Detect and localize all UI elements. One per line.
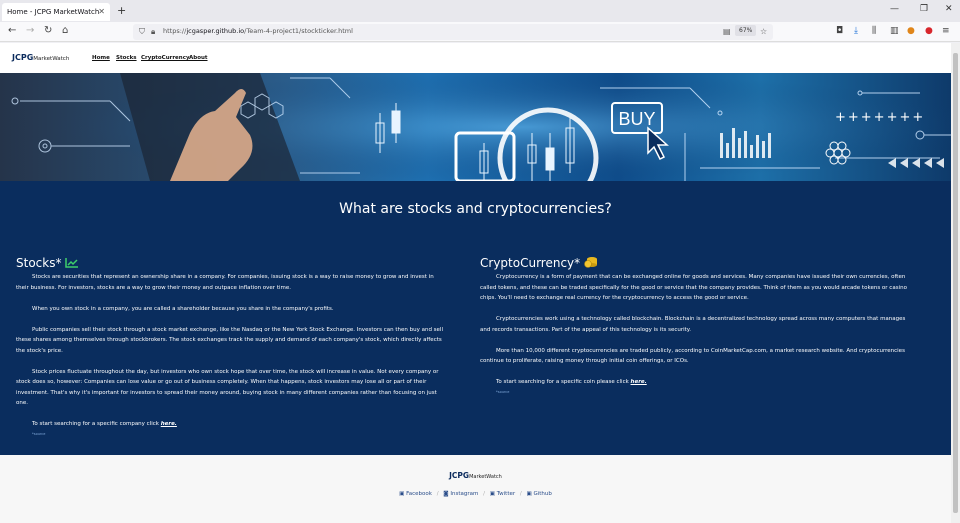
nav-stocks[interactable]: Stocks bbox=[116, 55, 137, 61]
adblock-icon[interactable]: ● bbox=[925, 26, 933, 36]
stocks-search-link[interactable]: here. bbox=[161, 421, 177, 427]
crypto-source-link[interactable]: *source bbox=[480, 390, 910, 394]
webpage: JCPGMarketWatch Home Stocks CryptoCurren… bbox=[0, 43, 951, 523]
download-icon[interactable]: ⤓ bbox=[854, 26, 858, 36]
site-logo[interactable]: JCPGMarketWatch bbox=[12, 53, 69, 62]
page-title: What are stocks and cryptocurrencies? bbox=[339, 201, 612, 217]
stocks-heading: Stocks* bbox=[16, 256, 446, 270]
new-tab-icon[interactable]: + bbox=[117, 4, 126, 17]
home-icon[interactable]: ⌂ bbox=[62, 25, 68, 36]
forward-icon[interactable]: → bbox=[26, 25, 34, 36]
stocks-source-link[interactable]: *source bbox=[16, 432, 446, 436]
crypto-paragraph: Cryptocurrency is a form of payment that… bbox=[480, 274, 907, 301]
footer-link-facebook[interactable]: Facebook bbox=[406, 491, 432, 497]
stocks-paragraph: Public companies sell their stock throug… bbox=[16, 326, 443, 354]
pocket-icon[interactable]: ◘ bbox=[836, 26, 843, 36]
site-header: JCPGMarketWatch Home Stocks CryptoCurren… bbox=[0, 43, 951, 73]
browser-navbar: ← → ↻ ⌂ ⛉ 🔒︎ https://jcgasper.github.io/… bbox=[0, 22, 960, 42]
twitter-icon: ▣ bbox=[489, 491, 495, 497]
crypto-paragraph: More than 10,000 different cryptocurrenc… bbox=[480, 347, 905, 365]
stocks-cta: To start searching for a specific compan… bbox=[32, 421, 177, 427]
crypto-paragraph: Cryptocurrencies work using a technology… bbox=[480, 316, 906, 333]
hero-banner: BUY +++++++ bbox=[0, 73, 951, 181]
shield-icon[interactable]: ⛉ bbox=[139, 27, 145, 37]
crypto-search-link[interactable]: here. bbox=[631, 379, 647, 385]
crypto-heading: CryptoCurrency* bbox=[480, 256, 910, 270]
url-text[interactable]: https://jcgasper.github.io/Team-4-projec… bbox=[163, 27, 353, 35]
nav-home[interactable]: Home bbox=[92, 55, 110, 61]
footer-link-github[interactable]: Github bbox=[533, 491, 551, 497]
nav-cryptocurrency[interactable]: CryptoCurrency bbox=[141, 55, 190, 61]
footer-links: ▣ Facebook / ◙ Instagram / ▣ Twitter / ▣… bbox=[399, 491, 552, 497]
stocks-paragraph: Stock prices fluctuate throughout the da… bbox=[16, 368, 439, 407]
stocks-paragraph: Stocks are securities that represent an … bbox=[16, 274, 434, 291]
main-section: What are stocks and cryptocurrencies? St… bbox=[0, 181, 951, 455]
reload-icon[interactable]: ↻ bbox=[44, 25, 52, 36]
coins-icon bbox=[584, 257, 597, 268]
buy-label: BUY bbox=[618, 109, 655, 129]
reader-view-icon[interactable]: ▤ bbox=[723, 27, 731, 36]
instagram-icon: ◙ bbox=[443, 491, 449, 497]
lock-icon[interactable]: 🔒︎ bbox=[151, 27, 155, 37]
facebook-icon: ▣ bbox=[399, 491, 405, 497]
crypto-cta: To start searching for a specific coin p… bbox=[496, 379, 647, 385]
svg-text:+++++++: +++++++ bbox=[835, 110, 925, 125]
footer-logo[interactable]: JCPGMarketWatch bbox=[0, 471, 951, 480]
site-footer: JCPGMarketWatch ▣ Facebook / ◙ Instagram… bbox=[0, 455, 951, 523]
footer-link-twitter[interactable]: Twitter bbox=[497, 491, 515, 497]
bookmark-star-icon[interactable]: ☆ bbox=[760, 27, 767, 36]
footer-link-instagram[interactable]: Instagram bbox=[450, 491, 478, 497]
extension-icon[interactable]: ● bbox=[907, 26, 915, 36]
stocks-section: Stocks* Stocks are securities that repre… bbox=[16, 256, 446, 436]
chart-line-icon bbox=[65, 258, 79, 268]
github-icon: ▣ bbox=[526, 491, 532, 497]
zoom-level[interactable]: 67% bbox=[735, 25, 757, 36]
nav-about[interactable]: About bbox=[189, 55, 208, 61]
browser-tabbar: Home - JCPG MarketWatch ✕ + — ❐ ✕ bbox=[0, 0, 960, 22]
menu-icon[interactable]: ≡ bbox=[942, 26, 950, 36]
browser-tab[interactable]: Home - JCPG MarketWatch ✕ bbox=[2, 3, 110, 21]
minimize-icon[interactable]: — bbox=[890, 4, 899, 14]
scrollbar-thumb[interactable] bbox=[953, 53, 958, 513]
sidebar-icon[interactable]: ▥ bbox=[890, 26, 899, 36]
crypto-section: CryptoCurrency* Cryptocurrency is a form… bbox=[480, 256, 910, 394]
page-scrollbar[interactable] bbox=[951, 43, 960, 523]
close-tab-icon[interactable]: ✕ bbox=[98, 3, 105, 21]
maximize-icon[interactable]: ❐ bbox=[920, 4, 928, 14]
library-icon[interactable]: ⫼ bbox=[872, 26, 876, 36]
close-window-icon[interactable]: ✕ bbox=[945, 4, 953, 14]
tab-title: Home - JCPG MarketWatch bbox=[7, 8, 100, 16]
back-icon[interactable]: ← bbox=[8, 25, 16, 36]
url-bar[interactable]: ⛉ 🔒︎ https://jcgasper.github.io/Team-4-p… bbox=[133, 24, 773, 40]
hero-illustration: BUY +++++++ bbox=[0, 73, 951, 181]
stocks-paragraph: When you own stock in a company, you are… bbox=[32, 305, 334, 312]
